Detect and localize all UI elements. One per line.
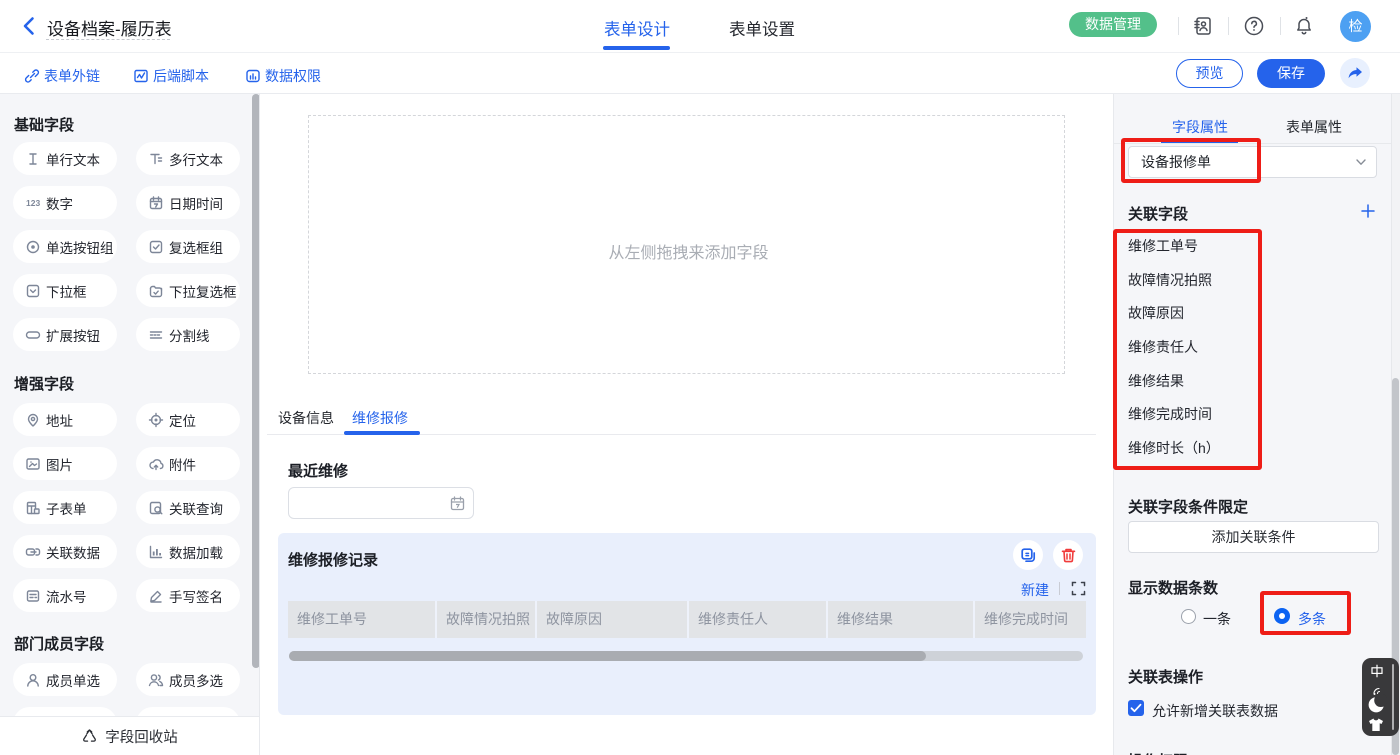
svg-text:123: 123 (26, 198, 40, 208)
